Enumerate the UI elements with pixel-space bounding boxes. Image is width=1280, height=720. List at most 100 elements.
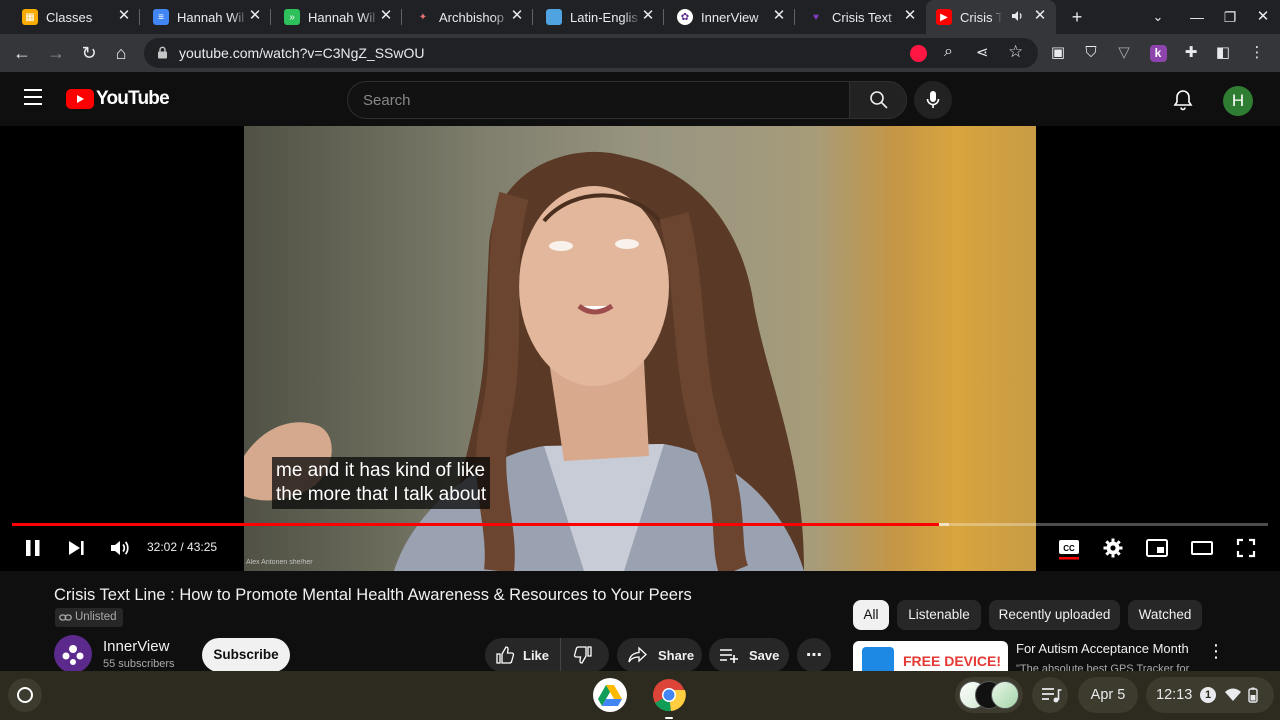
theater-mode-button[interactable]	[1190, 536, 1214, 560]
chip-watched[interactable]: Watched	[1128, 600, 1202, 630]
notifications-bell-icon[interactable]	[1173, 89, 1193, 111]
clock-time: 12:13	[1156, 687, 1193, 703]
youtube-icon: ▶	[936, 9, 952, 25]
recommendation-menu-icon[interactable]: ⋮	[1207, 641, 1225, 662]
next-video-button[interactable]	[64, 536, 88, 560]
forward-button[interactable]: →	[44, 41, 68, 65]
media-controls-button[interactable]	[1032, 677, 1068, 713]
back-button[interactable]: ←	[10, 41, 34, 65]
search-button[interactable]	[849, 81, 907, 119]
system-tray[interactable]: 12:13 1	[1146, 677, 1274, 713]
bookmark-star-icon[interactable]: ☆	[1008, 42, 1023, 62]
tab-classes[interactable]: ▦ Classes ✕	[12, 0, 140, 34]
extension-copy-icon[interactable]: ▣	[1047, 42, 1069, 64]
save-button[interactable]: Save	[709, 638, 789, 671]
launcher-circle-icon	[17, 687, 33, 703]
youtube-play-logo-icon	[66, 89, 94, 109]
chrome-menu-icon[interactable]: ⋮	[1246, 42, 1268, 64]
dislike-button[interactable]	[561, 645, 593, 665]
time-display: 32:02 / 43:25	[147, 540, 218, 554]
minimize-button[interactable]: —	[1185, 6, 1209, 28]
channel-name[interactable]: InnerView	[103, 638, 169, 655]
tab-title: Latin-Englis	[570, 9, 638, 25]
thumbnail-text: FREE DEVICE!	[903, 653, 1002, 669]
extension-doc-icon: »	[284, 9, 300, 25]
settings-button[interactable]	[1101, 536, 1125, 560]
close-icon[interactable]: ✕	[640, 8, 656, 24]
puzzle-extensions-icon[interactable]: ✚	[1180, 42, 1202, 64]
more-actions-button[interactable]: ⋯	[797, 638, 831, 671]
restore-button[interactable]: ❐	[1218, 6, 1242, 28]
recommendation-thumbnail[interactable]: FREE DEVICE!	[853, 641, 1008, 671]
volume-button[interactable]	[108, 536, 132, 560]
close-window-button[interactable]: ✕	[1251, 6, 1275, 28]
side-panel-icon[interactable]: ◧	[1212, 42, 1234, 64]
holding-space-tray[interactable]	[955, 677, 1023, 713]
fullscreen-button[interactable]	[1234, 536, 1258, 560]
unlisted-badge: Unlisted	[55, 608, 123, 627]
voice-search-button[interactable]	[914, 81, 952, 119]
volume-icon	[111, 541, 129, 555]
innerview-icon: ✿	[677, 9, 693, 25]
close-icon[interactable]: ✕	[902, 8, 918, 24]
calendar-date-button[interactable]: Apr 5	[1078, 677, 1138, 713]
wifi-icon	[1225, 688, 1241, 701]
chip-listenable[interactable]: Listenable	[897, 600, 981, 630]
subscribe-button[interactable]: Subscribe	[202, 638, 290, 671]
share-label: Share	[658, 647, 695, 663]
browser-toolbar: ← → ↻ ⌂ youtube.com/watch?v=C3NgZ_SSwOU …	[0, 34, 1280, 72]
running-indicator	[665, 717, 673, 719]
channel-avatar[interactable]	[54, 635, 92, 671]
close-icon[interactable]: ✕	[247, 8, 263, 24]
chip-recently-uploaded[interactable]: Recently uploaded	[989, 600, 1120, 630]
home-button[interactable]: ⌂	[109, 41, 133, 65]
zoom-icon[interactable]: ⌕	[944, 43, 953, 61]
video-player[interactable]: me and it has kind of like the more that…	[0, 126, 1280, 571]
screenshot-thumbnail-icon	[991, 681, 1019, 709]
youtube-cast-icon[interactable]	[910, 45, 927, 62]
close-icon[interactable]: ✕	[1032, 8, 1048, 24]
recommendation-title[interactable]: For Autism Acceptance Month	[1016, 641, 1189, 656]
youtube-logo[interactable]: YouTube	[66, 88, 170, 110]
tab-youtube-active[interactable]: ▶ Crisis T ✕	[926, 0, 1056, 34]
browser-tab-strip: ▦ Classes ✕ ≡ Hannah Wil ✕ » Hannah Wil …	[0, 0, 1280, 34]
new-tab-button[interactable]: +	[1065, 6, 1089, 28]
account-avatar[interactable]: H	[1223, 86, 1253, 116]
tab-hannah-ext[interactable]: » Hannah Wil ✕	[274, 0, 402, 34]
pause-button[interactable]	[21, 536, 45, 560]
chip-all[interactable]: All	[853, 600, 889, 630]
subscriber-count: 55 subscribers	[103, 658, 175, 670]
close-icon[interactable]: ✕	[378, 8, 394, 24]
kami-extension-icon[interactable]: k	[1147, 42, 1169, 64]
google-drive-app[interactable]	[593, 678, 627, 712]
captions-button[interactable]: CC	[1057, 536, 1081, 560]
lock-icon	[157, 46, 168, 64]
close-icon[interactable]: ✕	[771, 8, 787, 24]
search-input[interactable]: Search	[347, 81, 849, 119]
tab-latin-english[interactable]: Latin-Englis ✕	[536, 0, 664, 34]
more-horizontal-icon: ⋯	[806, 647, 822, 664]
theater-mode-icon	[1191, 541, 1213, 555]
tab-hannah-docs[interactable]: ≡ Hannah Wil ✕	[143, 0, 271, 34]
close-icon[interactable]: ✕	[116, 8, 132, 24]
tab-crisis-text[interactable]: ♥ Crisis Text ✕	[798, 0, 926, 34]
tab-search-button[interactable]: ⌄	[1146, 6, 1170, 28]
speaker-name-tag: Alex Antonen she/her	[246, 559, 313, 566]
reload-button[interactable]: ↻	[77, 41, 101, 65]
shield-icon[interactable]: ⛉	[1080, 42, 1102, 64]
google-classroom-icon: ▦	[22, 9, 38, 25]
chrome-browser-app[interactable]	[652, 678, 686, 719]
close-icon[interactable]: ✕	[509, 8, 525, 24]
share-icon[interactable]: ⋖	[976, 43, 989, 61]
share-button[interactable]: Share	[617, 638, 702, 671]
search-icon	[870, 91, 888, 109]
launcher-button[interactable]	[8, 678, 42, 712]
tab-archbishop[interactable]: ✦ Archbishop ✕	[405, 0, 533, 34]
like-button[interactable]: Like	[485, 638, 561, 671]
address-bar[interactable]: youtube.com/watch?v=C3NgZ_SSwOU ⌕ ⋖ ☆	[144, 38, 1038, 68]
miniplayer-button[interactable]	[1145, 536, 1169, 560]
tab-innerview[interactable]: ✿ InnerView ✕	[667, 0, 795, 34]
hamburger-menu-icon[interactable]	[24, 89, 42, 105]
tab-title: Archbishop	[439, 9, 505, 25]
shield-outline-icon[interactable]: ▽	[1113, 42, 1135, 64]
